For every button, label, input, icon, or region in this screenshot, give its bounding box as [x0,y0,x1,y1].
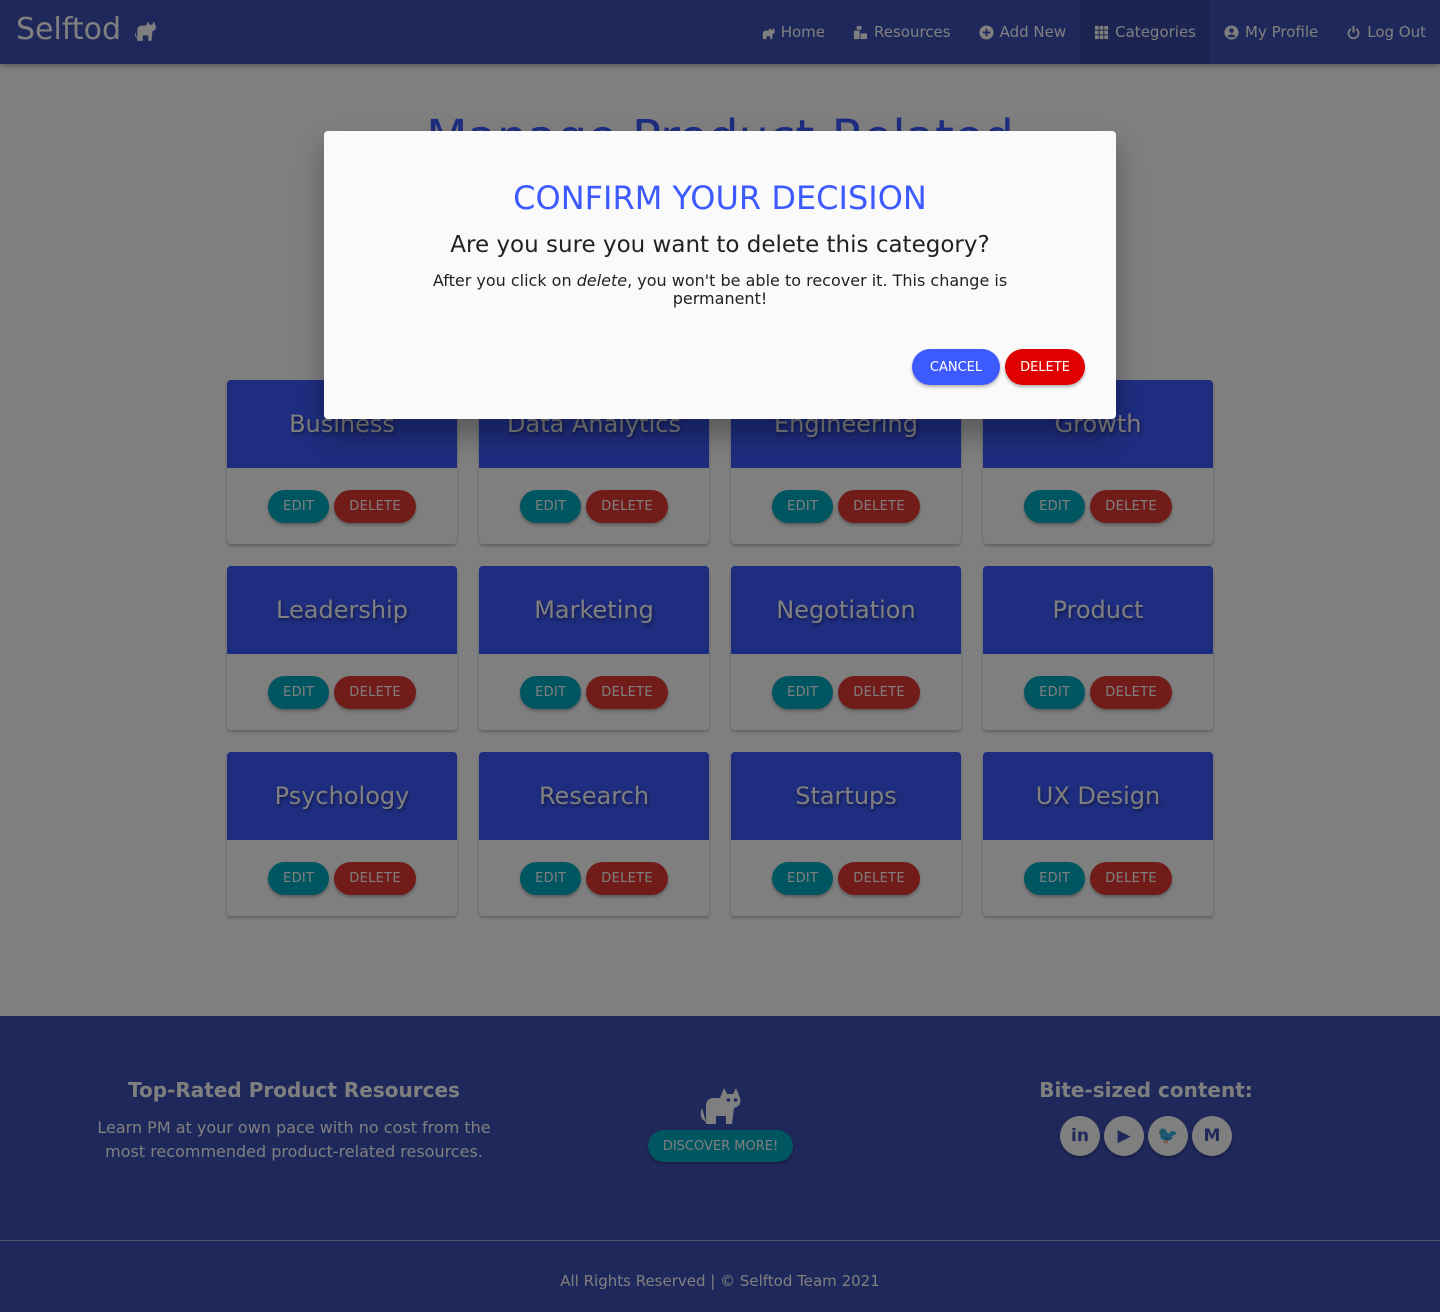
cancel-button[interactable]: CANCEL [912,349,1000,385]
modal-body-before: After you click on [432,271,577,290]
modal-body-after: , you won't be able to recover it. This … [627,271,1008,308]
confirm-modal: CONFIRM YOUR DECISION Are you sure you w… [324,131,1116,419]
modal-question: Are you sure you want to delete this cat… [450,232,990,258]
modal-body: After you click on delete, you won't be … [414,272,1026,308]
modal-body-emphasis: delete [576,271,628,290]
modal-title: CONFIRM YOUR DECISION [513,179,927,217]
confirm-delete-button[interactable]: DELETE [1005,349,1085,385]
